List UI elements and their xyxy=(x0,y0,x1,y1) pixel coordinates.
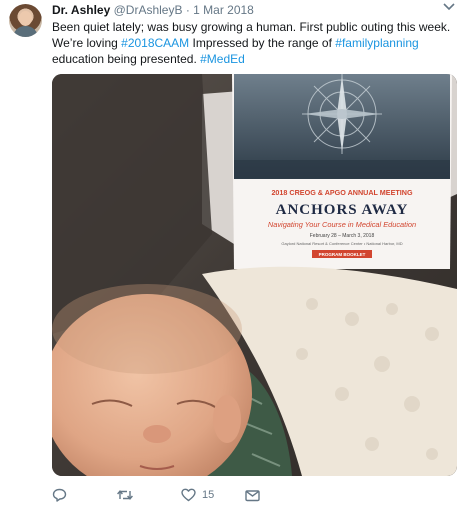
tweet-actions: 15 xyxy=(52,486,412,504)
avatar-face xyxy=(19,11,32,26)
tweet-text-segment: education being presented. xyxy=(52,52,201,66)
direct-message-button[interactable] xyxy=(245,486,260,504)
photo-illustration: 2018 CREOG & APGO ANNUAL MEETING ANCHORS… xyxy=(52,74,457,476)
tweet-text-segment: Impressed by the range of xyxy=(189,36,336,50)
tweet-text: Been quiet lately; was busy growing a hu… xyxy=(52,19,456,67)
reply-icon xyxy=(52,488,67,502)
baby-face xyxy=(52,284,252,476)
display-name[interactable]: Dr. Ashley xyxy=(52,3,110,17)
avatar-body xyxy=(13,26,38,37)
heart-icon xyxy=(181,488,196,502)
hashtag-link[interactable]: #2018CAAM xyxy=(121,36,189,50)
avatar[interactable] xyxy=(9,4,42,37)
booklet-title: ANCHORS AWAY xyxy=(276,202,409,218)
booklet-dates: February 28 – March 3, 2018 xyxy=(310,233,375,239)
tweet-date[interactable]: 1 Mar 2018 xyxy=(193,3,254,17)
booklet-badge: PROGRAM BOOKLET xyxy=(319,252,366,257)
separator-dot: · xyxy=(185,3,190,17)
booklet-venue: Gaylord National Resort & Conference Cen… xyxy=(281,241,402,246)
retweet-button[interactable] xyxy=(116,486,134,504)
retweet-icon xyxy=(116,488,134,502)
program-booklet: 2018 CREOG & APGO ANNUAL MEETING ANCHORS… xyxy=(232,74,452,269)
booklet-meeting: 2018 CREOG & APGO ANNUAL MEETING xyxy=(271,188,413,197)
reply-button[interactable] xyxy=(52,486,67,504)
tweet-card[interactable]: Dr. Ashley @DrAshleyB · 1 Mar 2018 Been … xyxy=(0,0,464,511)
like-count: 15 xyxy=(202,489,215,501)
envelope-icon xyxy=(245,489,260,502)
hashtag-link[interactable]: #familyplanning xyxy=(335,36,418,50)
chevron-down-icon[interactable] xyxy=(442,3,456,15)
tweet-header: Dr. Ashley @DrAshleyB · 1 Mar 2018 xyxy=(52,3,254,18)
booklet-subtitle: Navigating Your Course in Medical Educat… xyxy=(268,220,416,229)
user-handle[interactable]: @DrAshleyB xyxy=(114,3,183,17)
tweet-photo[interactable]: 2018 CREOG & APGO ANNUAL MEETING ANCHORS… xyxy=(52,74,457,476)
hashtag-link[interactable]: #MedEd xyxy=(200,52,245,66)
like-button[interactable]: 15 xyxy=(181,486,214,504)
